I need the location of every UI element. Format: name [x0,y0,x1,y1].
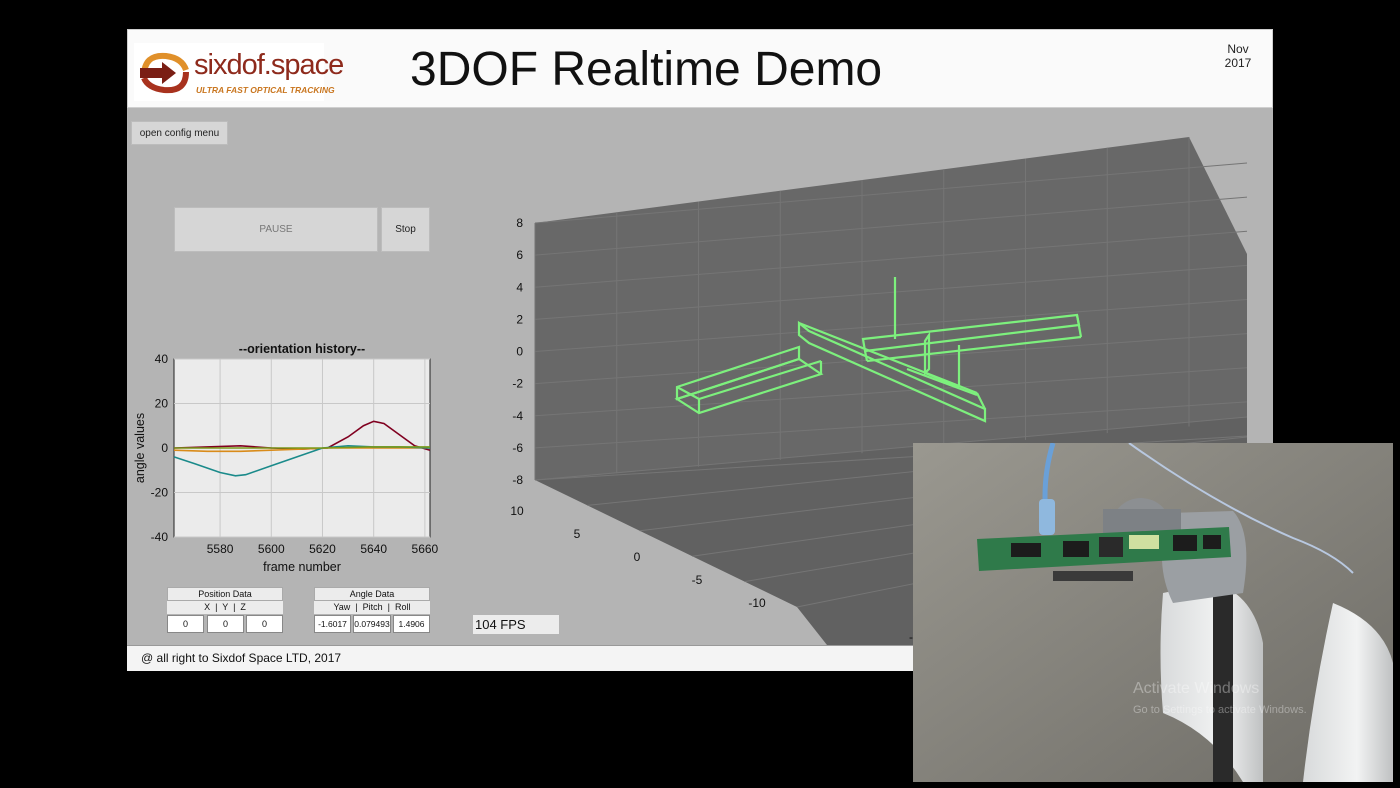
z-tick-label: 4 [516,280,523,294]
position-y-cell: 0 [207,615,244,633]
y-tick-label: 20 [155,397,169,411]
z-tick-label: 0 [516,345,523,359]
y-tick-label: -20 [151,486,169,500]
watermark-title: Activate Windows [1133,680,1259,697]
sixdof-logo: sixdof.space ULTRA FAST OPTICAL TRACKING [134,43,344,101]
date-label: Nov 2017 [1224,42,1252,68]
angle-roll-cell: 1.4906 [393,615,430,633]
y-tick-label: -40 [151,530,169,544]
header-bar: sixdof.space ULTRA FAST OPTICAL TRACKING… [127,29,1273,108]
x-tick-label: 5640 [360,542,387,556]
z-tick-label: 2 [516,312,523,326]
logo-swirl-icon [140,52,189,94]
z-tick-label: 6 [516,248,523,262]
y-tick-label-3d: -10 [748,596,766,610]
x-tick-label: 5580 [207,542,234,556]
y-tick-label-3d: 10 [510,504,524,518]
logo-tagline: ULTRA FAST OPTICAL TRACKING [196,85,335,95]
z-tick-label: 8 [516,216,523,230]
y-tick-label-3d: 0 [634,550,641,564]
angle-table-title: Angle Data [314,587,430,601]
angle-yaw-cell: -1.6017 [314,615,351,633]
page-title: 3DOF Realtime Demo [410,43,883,96]
y-tick-label: 40 [155,352,169,366]
z-tick-label: -4 [512,409,523,423]
chart-xlabel: frame number [263,560,341,574]
pause-button[interactable]: PAUSE [174,207,378,252]
angle-pitch-cell: 0.079493 [353,615,391,633]
chart-ylabel: angle values [133,413,147,483]
logo-text: sixdof.space [194,49,344,81]
y-tick-label-3d: 5 [574,527,581,541]
copyright-text: @ all right to Sixdof Space LTD, 2017 [141,651,342,665]
fps-readout: 104 FPS [473,615,559,634]
z-tick-label: -8 [512,473,523,487]
robot-arm-photo: Activate Windows Go to Settings to activ… [913,443,1393,782]
x-tick-label: 5620 [309,542,336,556]
open-config-button[interactable]: open config menu [131,121,228,145]
position-table-header: X | Y | Z [167,601,283,614]
chart-title: --orientation history-- [239,342,365,356]
z-tick-label: -2 [512,377,523,391]
y-tick-label-3d: -5 [692,573,703,587]
orientation-chart: 5580 5600 5620 5640 5660 40 20 0 -20 -40 --orient… [133,342,439,574]
position-z-cell: 0 [246,615,283,633]
angle-table-header: Yaw | Pitch | Roll [314,601,430,614]
watermark-subtitle: Go to Settings to activate Windows. [1133,704,1307,716]
z-tick-label: -6 [512,441,523,455]
stop-button[interactable]: Stop [381,207,430,252]
x-tick-label: 5600 [258,542,285,556]
camera-video-overlay: Activate Windows Go to Settings to activ… [913,443,1393,782]
position-x-cell: 0 [167,615,204,633]
position-table-title: Position Data [167,587,283,601]
x-tick-label: 5660 [412,542,439,556]
y-tick-label: 0 [161,441,168,455]
